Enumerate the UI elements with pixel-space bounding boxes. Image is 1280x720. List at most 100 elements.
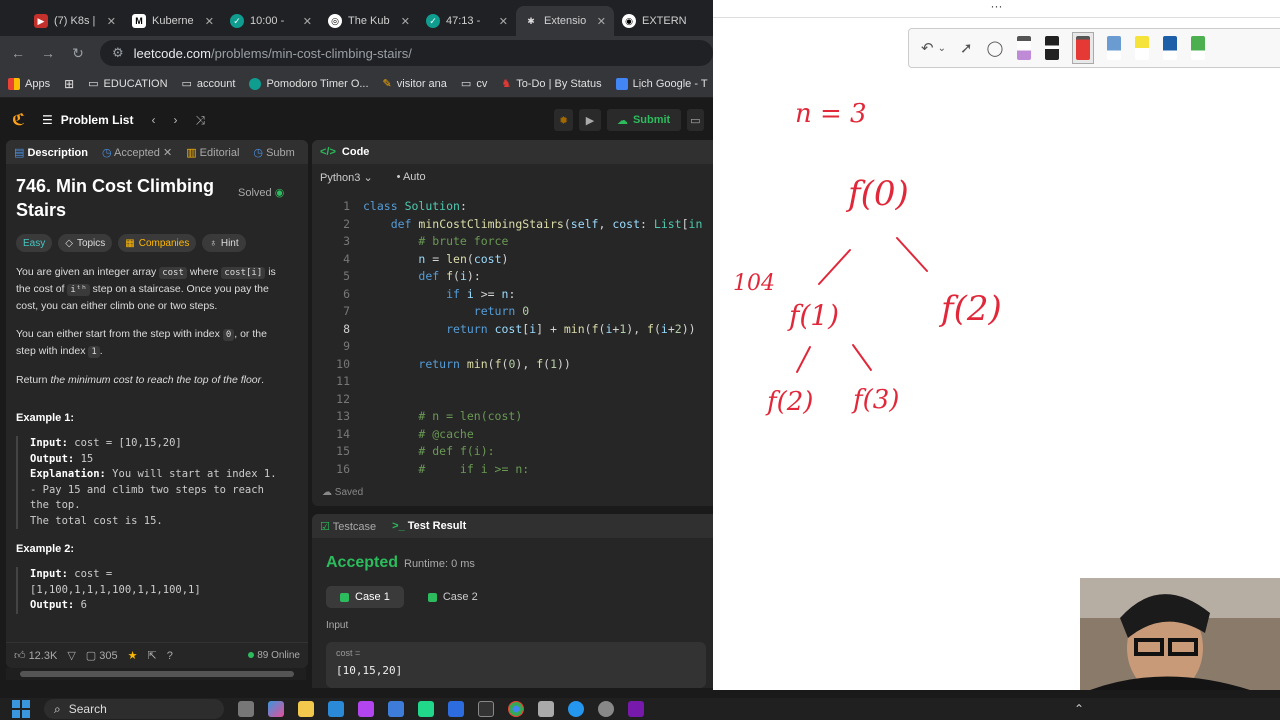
browser-tab[interactable]: ◉ EXTERN	[614, 6, 712, 36]
help-icon[interactable]: ?	[167, 650, 173, 662]
code-editor[interactable]: 1 2 3 4 5 6 7 8 9 10 11 12 13 14 15 16 c…	[312, 196, 713, 480]
tab-test-result[interactable]: >_ Test Result	[392, 520, 466, 532]
intellij-icon[interactable]	[388, 701, 404, 717]
windows-start-icon[interactable]	[12, 700, 30, 718]
code-line: # brute force	[418, 234, 509, 248]
bookmark-folder[interactable]: ▭ EDUCATION	[88, 77, 167, 91]
close-icon[interactable]: ✕	[401, 15, 410, 28]
file-explorer-icon[interactable]	[298, 701, 314, 717]
share-icon[interactable]: ⇱	[147, 649, 156, 662]
case-1-tab[interactable]: Case 1	[326, 586, 404, 608]
tray-chevron-icon[interactable]: ⌃	[1074, 702, 1084, 716]
bookmark-link[interactable]: ✎ visitor ana	[383, 77, 447, 91]
tab-label: Kuberne	[152, 15, 194, 27]
onenote-icon[interactable]	[628, 701, 644, 717]
comments-button[interactable]: ▢ 305	[86, 649, 118, 662]
close-icon[interactable]: ✕	[107, 15, 116, 28]
test-result-panel: ☑ Testcase >_ Test Result Accepted Runti…	[312, 514, 713, 688]
case-2-tab[interactable]: Case 2	[414, 586, 492, 608]
line-number: 11	[336, 374, 350, 388]
chrome-icon[interactable]	[508, 701, 524, 717]
browser-tab[interactable]: ◎ The Kub ✕	[320, 6, 418, 36]
vscode-icon[interactable]	[328, 701, 344, 717]
search-label: Search	[68, 702, 107, 716]
prev-problem-icon[interactable]: ‹	[151, 113, 155, 127]
auto-mode[interactable]: • Auto	[397, 171, 426, 183]
url-host: leetcode.com	[133, 45, 211, 61]
tab-accepted[interactable]: ◷ Accepted ✕	[102, 146, 172, 159]
calendar-icon	[615, 77, 628, 90]
browser-tab[interactable]: M Kuberne ✕	[124, 6, 222, 36]
companies-tag[interactable]: ▦ Companies	[118, 234, 197, 252]
code-line: n = len(cost)	[418, 251, 509, 266]
bookmark-apps[interactable]: Apps	[8, 77, 50, 90]
close-icon[interactable]: ✕	[597, 15, 606, 28]
browser-tab[interactable]: ▶ (7) K8s | ✕	[26, 6, 124, 36]
hint-tag[interactable]: ♁ Hint	[202, 234, 246, 252]
input-label: Input	[326, 620, 349, 631]
url-field[interactable]: ⚙ leetcode.com/problems/min-cost-climbin…	[100, 40, 713, 66]
browser-tab[interactable]: ✓ 47:13 - ✕	[418, 6, 516, 36]
next-problem-icon[interactable]: ›	[173, 113, 177, 127]
shuffle-icon[interactable]: ⤨	[195, 113, 205, 128]
close-icon[interactable]: ✕	[163, 147, 172, 159]
back-icon[interactable]: ←	[10, 45, 26, 61]
bookmark-folder[interactable]: ▭ account	[182, 77, 236, 91]
bookmark-label: Lịch Google - T	[632, 77, 708, 90]
bookmark-grid[interactable]: ⊞	[64, 77, 74, 91]
copilot-icon[interactable]	[268, 701, 284, 717]
site-info-icon[interactable]: ⚙	[112, 45, 124, 61]
horizontal-scrollbar[interactable]	[6, 668, 306, 680]
bookmark-link[interactable]: Lịch Google - T	[615, 77, 708, 90]
notes-button[interactable]: ▭	[686, 109, 704, 131]
comment-count: 305	[99, 650, 118, 662]
scrollbar-thumb[interactable]	[20, 671, 294, 677]
star-icon[interactable]: ★	[128, 649, 138, 662]
tab-testcase[interactable]: ☑ Testcase	[320, 520, 376, 533]
problem-list-button[interactable]: ☰ Problem List	[42, 113, 133, 127]
bookmark-link[interactable]: Pomodoro Timer O...	[249, 77, 369, 90]
auto-label: Auto	[402, 171, 426, 183]
check-icon	[427, 592, 437, 602]
problem-description: You are given an integer array cost wher…	[16, 264, 286, 388]
code-line: return cost[i] + min(f(i+1), f(i+2))	[446, 321, 696, 336]
topics-tag[interactable]: ◇ Topics	[58, 234, 113, 252]
task-view-icon[interactable]	[238, 701, 254, 717]
run-button[interactable]: ▶	[579, 109, 601, 131]
submit-button[interactable]: ☁ Submit	[606, 109, 681, 131]
example-line: The total cost is 15.	[30, 514, 163, 527]
close-icon[interactable]: ✕	[499, 15, 508, 28]
browser-tab-strip: ▶ (7) K8s | ✕ M Kuberne ✕ ✓ 10:00 - ✕ ◎ The Kub…	[0, 0, 713, 36]
tab-submissions[interactable]: ◷ Subm	[253, 146, 294, 159]
line-number: 6	[343, 286, 350, 301]
example-block: Input: cost = [10,15,20] Output: 15 Expl…	[16, 436, 298, 529]
browser-tab-active[interactable]: ✱ Extensio ✕	[516, 6, 614, 36]
phpstorm-icon[interactable]	[358, 701, 374, 717]
close-icon[interactable]: ✕	[303, 15, 312, 28]
browser-tab[interactable]: ✓ 10:00 - ✕	[222, 6, 320, 36]
pycharm-icon[interactable]	[418, 701, 434, 717]
like-button[interactable]: 👍︎ 12.3K	[14, 649, 57, 662]
inline-code: iᵗʰ	[67, 284, 90, 296]
bookmark-link[interactable]: ♞ To-Do | By Status	[501, 77, 602, 91]
thumbs-up-icon: 👍︎	[14, 650, 26, 662]
bookmark-label: To-Do | By Status	[516, 77, 602, 90]
settings-icon[interactable]	[598, 701, 614, 717]
docker-icon[interactable]	[568, 701, 584, 717]
reload-icon[interactable]: ↻	[70, 45, 86, 62]
node-f2-left: f(2)	[765, 387, 813, 417]
forward-icon[interactable]: →	[40, 45, 56, 61]
remote-icon[interactable]	[448, 701, 464, 717]
leetcode-logo-icon[interactable]: ℭ	[12, 110, 42, 130]
example-value: 15	[74, 452, 94, 465]
app-icon[interactable]	[538, 701, 554, 717]
bookmark-folder[interactable]: ▭ cv	[461, 77, 487, 91]
taskbar-search[interactable]: ⌕ Search	[44, 699, 224, 719]
debug-button[interactable]: ✹	[554, 109, 574, 131]
terminal-icon[interactable]	[478, 701, 494, 717]
close-icon[interactable]: ✕	[205, 15, 214, 28]
thumbs-down-icon[interactable]: ▽	[67, 649, 75, 662]
tab-description[interactable]: ▤ Description	[14, 146, 88, 159]
language-select[interactable]: Python3 ⌄	[320, 171, 373, 184]
tab-editorial[interactable]: ▥ Editorial	[186, 146, 239, 159]
